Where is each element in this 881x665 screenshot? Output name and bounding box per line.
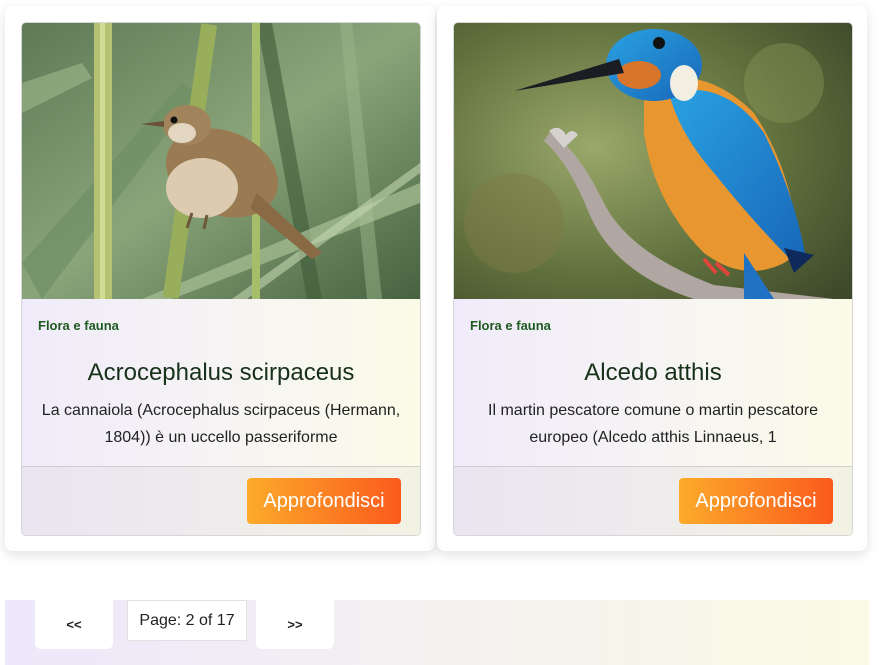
species-card: Flora e fauna Alcedo atthis Il martin pe… (453, 22, 853, 536)
card-container: Flora e fauna Acrocephalus scirpaceus La… (5, 6, 435, 551)
card-category: Flora e fauna (470, 318, 551, 333)
card-image-reed-warbler (22, 23, 420, 299)
previous-page-button[interactable]: << (35, 600, 113, 649)
card-title: Acrocephalus scirpaceus (87, 359, 355, 386)
card-image-kingfisher (454, 23, 852, 299)
card-grid: Flora e fauna Acrocephalus scirpaceus La… (0, 0, 881, 560)
learn-more-button[interactable]: Approfondisci (679, 478, 833, 524)
species-card: Flora e fauna Acrocephalus scirpaceus La… (21, 22, 421, 536)
next-page-button[interactable]: >> (256, 600, 334, 649)
card-category: Flora e fauna (38, 318, 119, 333)
card-description: Il martin pescatore comune o martin pesc… (488, 402, 818, 446)
pagination: << Page: 2 of 17 >> (5, 600, 869, 665)
card-container: Flora e fauna Alcedo atthis Il martin pe… (437, 6, 867, 551)
card-footer: Approfondisci (454, 466, 852, 535)
page-indicator: Page: 2 of 17 (127, 600, 247, 641)
card-title: Alcedo atthis (584, 359, 722, 386)
card-description: La cannaiola (Acrocephalus scirpaceus (H… (41, 402, 401, 446)
learn-more-button[interactable]: Approfondisci (247, 478, 401, 524)
card-footer: Approfondisci (22, 466, 420, 535)
